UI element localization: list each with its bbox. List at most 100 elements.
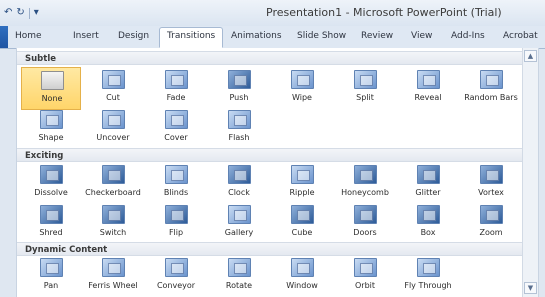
transition-box[interactable]: Box <box>398 202 458 245</box>
scroll-up-icon[interactable]: ▲ <box>524 50 537 62</box>
transition-vortex[interactable]: Vortex <box>461 162 521 205</box>
transition-label: Checkerboard <box>85 188 141 197</box>
transition-ripple[interactable]: Ripple <box>272 162 332 205</box>
tab-transitions[interactable]: Transitions <box>159 27 224 48</box>
transition-label: Rotate <box>225 281 253 290</box>
transition-flip[interactable]: Flip <box>146 202 206 245</box>
transition-cut[interactable]: Cut <box>83 67 143 110</box>
split-icon <box>354 70 377 89</box>
transition-label: Cube <box>291 228 313 237</box>
random-bars-icon <box>480 70 503 89</box>
tab-review[interactable]: Review <box>361 31 393 41</box>
tab-animations[interactable]: Animations <box>231 31 282 41</box>
transition-switch[interactable]: Switch <box>83 202 143 245</box>
transition-conveyor[interactable]: Conveyor <box>146 255 206 297</box>
transition-label: Gallery <box>224 228 254 237</box>
zoom-icon <box>480 205 503 224</box>
dissolve-icon <box>40 165 63 184</box>
shred-icon <box>40 205 63 224</box>
tab-view[interactable]: View <box>411 31 432 41</box>
uncover-icon <box>102 110 125 129</box>
transition-uncover[interactable]: Uncover <box>83 107 143 150</box>
transition-label: Switch <box>99 228 127 237</box>
transition-shred[interactable]: Shred <box>21 202 81 245</box>
box-icon <box>417 205 440 224</box>
flash-icon <box>228 110 251 129</box>
transition-label: Ripple <box>289 188 315 197</box>
transition-none[interactable]: None <box>21 67 81 110</box>
wipe-icon <box>291 70 314 89</box>
transition-fly-through[interactable]: Fly Through <box>398 255 458 297</box>
tab-slide-show[interactable]: Slide Show <box>297 31 346 41</box>
ferris-wheel-icon <box>102 258 125 277</box>
none-icon <box>41 71 64 90</box>
transition-blinds[interactable]: Blinds <box>146 162 206 205</box>
scroll-down-icon[interactable]: ▼ <box>524 282 537 294</box>
transition-pan[interactable]: Pan <box>21 255 81 297</box>
transition-fade[interactable]: Fade <box>146 67 206 110</box>
transition-cube[interactable]: Cube <box>272 202 332 245</box>
transition-label: Uncover <box>96 133 130 142</box>
tab-acrobat[interactable]: Acrobat <box>503 31 538 41</box>
transition-rotate[interactable]: Rotate <box>209 255 269 297</box>
transition-reveal[interactable]: Reveal <box>398 67 458 110</box>
transition-wipe[interactable]: Wipe <box>272 67 332 110</box>
transition-label: Orbit <box>354 281 376 290</box>
rotate-icon <box>228 258 251 277</box>
flip-icon <box>165 205 188 224</box>
transition-shape[interactable]: Shape <box>21 107 81 150</box>
cover-icon <box>165 110 188 129</box>
transition-gallery[interactable]: Gallery <box>209 202 269 245</box>
ripple-icon <box>291 165 314 184</box>
section-header-subtle: Subtle <box>17 51 522 65</box>
transition-label: Fly Through <box>404 281 452 290</box>
transition-window[interactable]: Window <box>272 255 332 297</box>
transition-dissolve[interactable]: Dissolve <box>21 162 81 205</box>
section-header-exciting: Exciting <box>17 148 522 162</box>
shape-icon <box>40 110 63 129</box>
transition-label: Cover <box>164 133 188 142</box>
transition-ferris-wheel[interactable]: Ferris Wheel <box>83 255 143 297</box>
transition-label: Fade <box>166 93 186 102</box>
transition-checkerboard[interactable]: Checkerboard <box>83 162 143 205</box>
tab-insert[interactable]: Insert <box>73 31 99 41</box>
transition-label: Flash <box>228 133 250 142</box>
transition-label: Push <box>229 93 249 102</box>
transition-orbit[interactable]: Orbit <box>335 255 395 297</box>
transition-cover[interactable]: Cover <box>146 107 206 150</box>
transition-gallery: Subtle None Cut Fade Push Wipe Split Rev… <box>16 48 539 297</box>
quick-access-toolbar: ↶ ↻ ▾ <box>4 4 39 22</box>
gallery-icon <box>228 205 251 224</box>
transition-zoom[interactable]: Zoom <box>461 202 521 245</box>
transition-honeycomb[interactable]: Honeycomb <box>335 162 395 205</box>
transition-doors[interactable]: Doors <box>335 202 395 245</box>
transition-label: Wipe <box>292 93 312 102</box>
transition-label: Blinds <box>163 188 189 197</box>
transition-random-bars[interactable]: Random Bars <box>461 67 521 110</box>
transition-label: Clock <box>228 188 250 197</box>
redo-icon[interactable]: ↻ <box>16 7 24 19</box>
pan-icon <box>40 258 63 277</box>
transition-clock[interactable]: Clock <box>209 162 269 205</box>
transition-push[interactable]: Push <box>209 67 269 110</box>
transition-flash[interactable]: Flash <box>209 107 269 150</box>
file-tab[interactable] <box>0 26 8 48</box>
customize-toolbar-icon[interactable]: ▾ <box>34 7 39 19</box>
title-bar: ↶ ↻ ▾ Presentation1 - Microsoft PowerPoi… <box>0 0 545 26</box>
transition-glitter[interactable]: Glitter <box>398 162 458 205</box>
transition-split[interactable]: Split <box>335 67 395 110</box>
transition-label: Box <box>420 228 436 237</box>
undo-icon[interactable]: ↶ <box>4 7 12 19</box>
checkerboard-icon <box>102 165 125 184</box>
fade-icon <box>165 70 188 89</box>
transition-label: Conveyor <box>156 281 196 290</box>
clock-icon <box>228 165 251 184</box>
tab-design[interactable]: Design <box>118 31 149 41</box>
window-title: Presentation1 - Microsoft PowerPoint (Tr… <box>266 6 502 19</box>
tab-add-ins[interactable]: Add-Ins <box>451 31 485 41</box>
window-icon <box>291 258 314 277</box>
tab-home[interactable]: Home <box>15 31 42 41</box>
section-header-dynamic-content: Dynamic Content <box>17 242 522 256</box>
gallery-scrollbar[interactable]: ▲ ▼ <box>522 48 538 297</box>
switch-icon <box>102 205 125 224</box>
